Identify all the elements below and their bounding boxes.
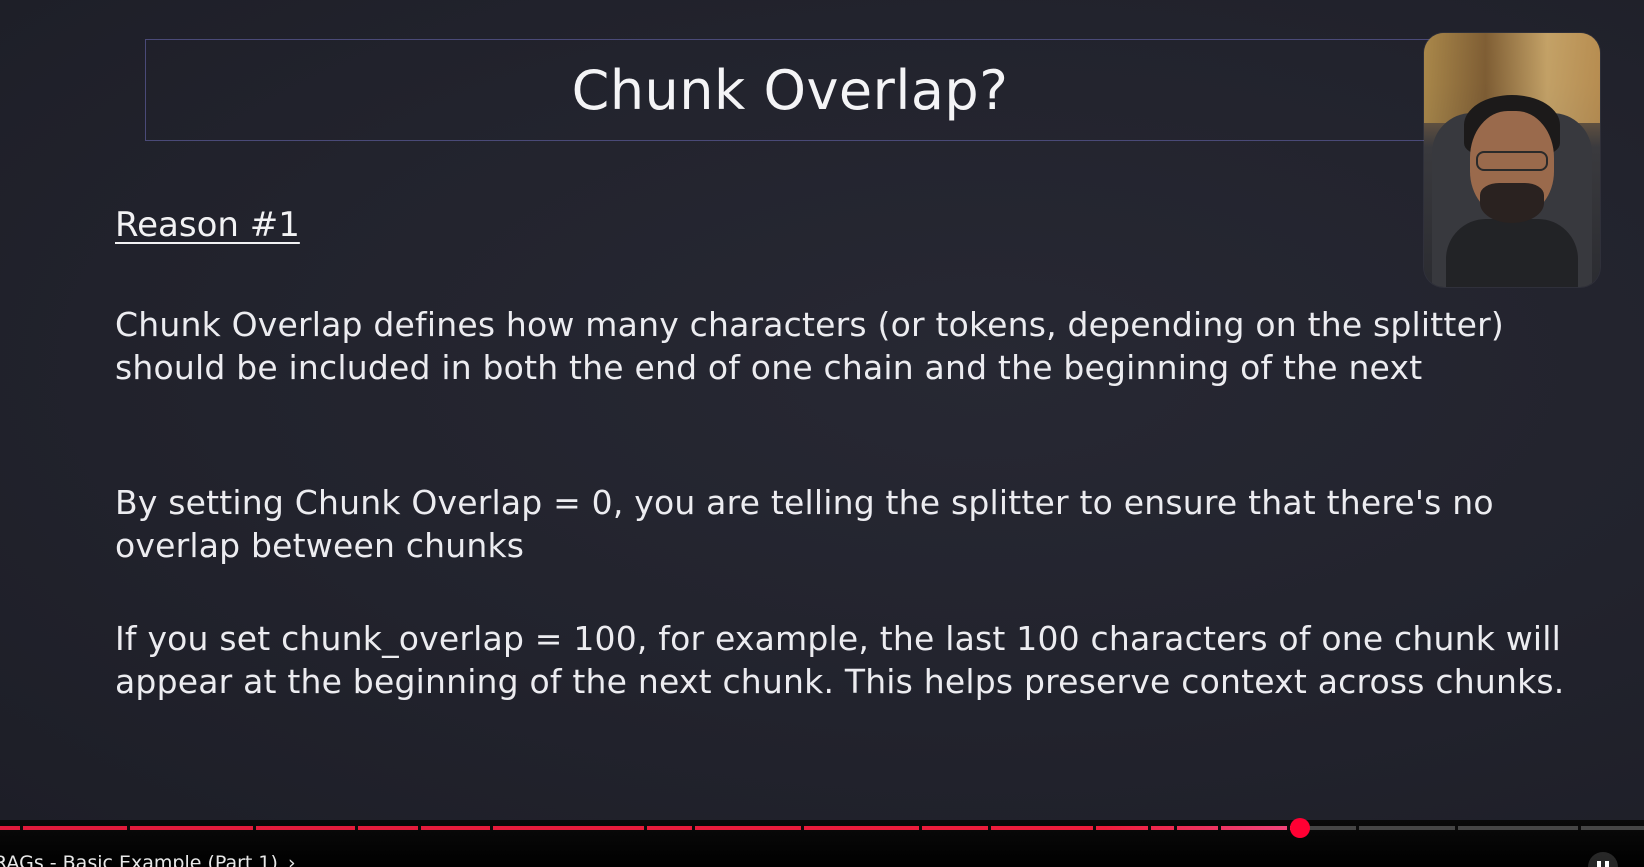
slide-title: Chunk Overlap?	[571, 58, 1009, 122]
webcam-presenter-glasses	[1476, 151, 1548, 171]
chapter-divider	[1147, 826, 1151, 830]
chapter-divider	[988, 826, 992, 830]
chapter-divider	[918, 826, 922, 830]
chapter-divider	[1356, 826, 1360, 830]
video-frame[interactable]: Chunk Overlap? Reason #1 Chunk Overlap d…	[0, 0, 1644, 820]
chapter-divider	[1093, 826, 1097, 830]
chapter-divider	[253, 826, 257, 830]
chapter-divider	[800, 826, 804, 830]
paragraph-2: By setting Chunk Overlap = 0, you are te…	[115, 483, 1494, 565]
chapter-divider	[489, 826, 493, 830]
chapter-divider	[644, 826, 648, 830]
chapter-divider	[1454, 826, 1458, 830]
chapter-divider	[1173, 826, 1177, 830]
chevron-right-icon: ›	[287, 852, 296, 867]
chapter-divider	[692, 826, 696, 830]
chapter-divider	[355, 826, 359, 830]
webcam-presenter-body	[1446, 219, 1578, 287]
chapter-divider	[1578, 826, 1582, 830]
pause-icon-bar-left	[1597, 861, 1601, 867]
paragraph-1: Chunk Overlap defines how many character…	[115, 305, 1504, 387]
presenter-webcam	[1424, 33, 1600, 287]
chapter-title-text: RAGs - Basic Example (Part 1)	[0, 852, 278, 867]
video-player[interactable]: Chunk Overlap? Reason #1 Chunk Overlap d…	[0, 0, 1644, 867]
slide-title-box: Chunk Overlap?	[145, 39, 1435, 141]
chapter-divider	[1218, 826, 1222, 830]
webcam-presenter-beard	[1480, 183, 1544, 223]
progress-bar[interactable]	[0, 826, 1644, 830]
paragraph-3: If you set chunk_overlap = 100, for exam…	[115, 619, 1565, 701]
pause-icon-bar-right	[1605, 861, 1609, 867]
progress-played	[0, 826, 1301, 830]
reason-heading: Reason #1	[115, 205, 300, 245]
chapter-divider	[126, 826, 130, 830]
chapter-divider	[19, 826, 23, 830]
chapter-title-link[interactable]: RAGs - Basic Example (Part 1) ›	[0, 852, 296, 867]
chapter-divider	[417, 826, 421, 830]
